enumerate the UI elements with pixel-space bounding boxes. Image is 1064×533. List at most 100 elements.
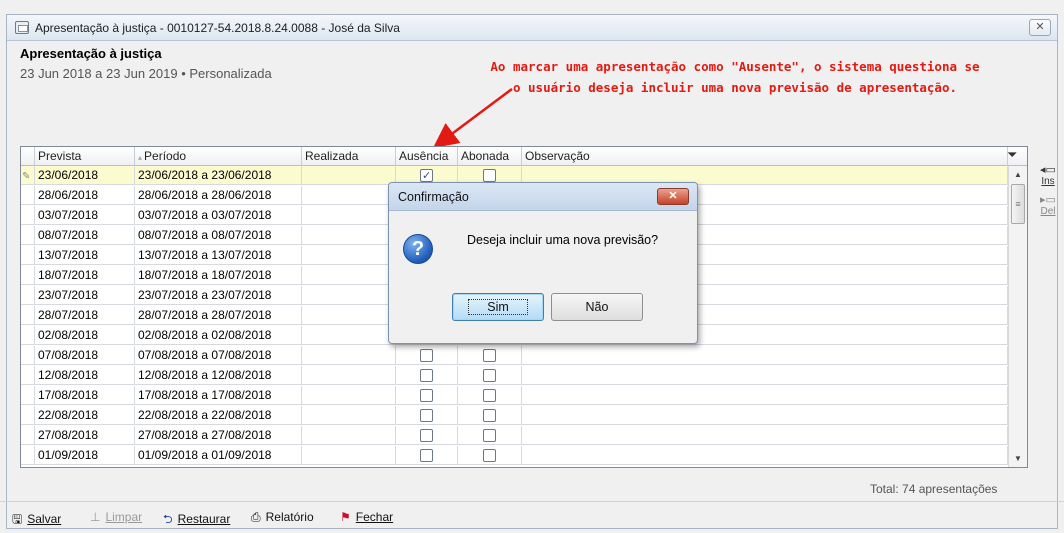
table-row[interactable]: 01/09/2018 01/09/2018 a 01/09/2018 xyxy=(21,446,1008,465)
cell-prevista[interactable]: 07/08/2018 xyxy=(35,346,135,365)
abonada-checkbox[interactable] xyxy=(483,449,496,462)
cell-periodo[interactable]: 27/08/2018 a 27/08/2018 xyxy=(135,426,302,445)
cell-realizada[interactable] xyxy=(302,266,396,285)
cell-periodo[interactable]: 08/07/2018 a 08/07/2018 xyxy=(135,226,302,245)
cell-abonada xyxy=(458,386,522,405)
cell-periodo[interactable]: 22/08/2018 a 22/08/2018 xyxy=(135,406,302,425)
col-header-realizada[interactable]: Realizada xyxy=(302,147,396,166)
col-header-observacao[interactable]: Observação xyxy=(522,147,1008,166)
ausencia-checkbox[interactable] xyxy=(420,369,433,382)
scroll-thumb[interactable]: ≡ xyxy=(1011,184,1025,224)
table-row[interactable]: 22/08/2018 22/08/2018 a 22/08/2018 xyxy=(21,406,1008,425)
ausencia-checkbox[interactable] xyxy=(420,349,433,362)
cell-observacao[interactable] xyxy=(522,426,1008,445)
abonada-checkbox[interactable] xyxy=(483,369,496,382)
col-header-prevista[interactable]: Prevista xyxy=(35,147,135,166)
bottom-toolbar: 🖫 Salvar ⊥ Limpar ⮌ Restaurar ⎙ Relatório ⚑ F… xyxy=(0,501,1064,526)
ausencia-checkbox[interactable] xyxy=(420,409,433,422)
cell-realizada[interactable] xyxy=(302,446,396,465)
cell-periodo[interactable]: 18/07/2018 a 18/07/2018 xyxy=(135,266,302,285)
cell-prevista[interactable]: 23/06/2018 xyxy=(35,166,135,185)
ausencia-checkbox[interactable] xyxy=(420,167,433,185)
cell-realizada[interactable] xyxy=(302,246,396,265)
window-close-button[interactable]: ✕ xyxy=(1029,19,1051,36)
cell-prevista[interactable]: 27/08/2018 xyxy=(35,426,135,445)
cell-observacao[interactable] xyxy=(522,406,1008,425)
cell-realizada[interactable] xyxy=(302,166,396,185)
cell-realizada[interactable] xyxy=(302,346,396,365)
table-row[interactable]: 12/08/2018 12/08/2018 a 12/08/2018 xyxy=(21,366,1008,385)
cell-observacao[interactable] xyxy=(522,346,1008,365)
clear-button[interactable]: ⊥ Limpar xyxy=(90,510,142,524)
cell-observacao[interactable] xyxy=(522,366,1008,385)
insert-row-button[interactable]: ◂▭ Ins xyxy=(1036,164,1060,187)
row-indicator xyxy=(21,286,35,305)
delete-row-button[interactable]: ▸▭ Del xyxy=(1036,194,1060,217)
cell-prevista[interactable]: 28/06/2018 xyxy=(35,186,135,205)
abonada-checkbox[interactable] xyxy=(483,169,496,182)
abonada-checkbox[interactable] xyxy=(483,409,496,422)
cell-prevista[interactable]: 03/07/2018 xyxy=(35,206,135,225)
cell-realizada[interactable] xyxy=(302,406,396,425)
cell-periodo[interactable]: 28/06/2018 a 28/06/2018 xyxy=(135,186,302,205)
cell-prevista[interactable]: 28/07/2018 xyxy=(35,306,135,325)
cell-realizada[interactable] xyxy=(302,186,396,205)
row-indicator: ✎ xyxy=(21,166,35,185)
cell-periodo[interactable]: 23/07/2018 a 23/07/2018 xyxy=(135,286,302,305)
cell-realizada[interactable] xyxy=(302,366,396,385)
cell-prevista[interactable]: 08/07/2018 xyxy=(35,226,135,245)
table-row[interactable]: 07/08/2018 07/08/2018 a 07/08/2018 xyxy=(21,346,1008,365)
col-header-periodo[interactable]: ▴ Período xyxy=(135,147,302,166)
cell-realizada[interactable] xyxy=(302,206,396,225)
col-header-ausencia[interactable]: Ausência xyxy=(396,147,458,166)
no-button[interactable]: Não xyxy=(551,293,643,321)
close-button[interactable]: ⚑ Fechar xyxy=(340,510,393,524)
cell-periodo[interactable]: 13/07/2018 a 13/07/2018 xyxy=(135,246,302,265)
cell-realizada[interactable] xyxy=(302,426,396,445)
scroll-up-icon[interactable]: ▲ xyxy=(1009,166,1027,183)
row-indicator xyxy=(21,446,35,465)
cell-periodo[interactable]: 23/06/2018 a 23/06/2018 xyxy=(135,166,302,185)
row-indicator xyxy=(21,326,35,345)
ausencia-checkbox[interactable] xyxy=(420,429,433,442)
abonada-checkbox[interactable] xyxy=(483,429,496,442)
cell-prevista[interactable]: 22/08/2018 xyxy=(35,406,135,425)
dialog-close-button[interactable]: ✕ xyxy=(657,188,689,205)
yes-button[interactable]: Sim xyxy=(452,293,544,321)
cell-prevista[interactable]: 01/09/2018 xyxy=(35,446,135,465)
cell-prevista[interactable]: 17/08/2018 xyxy=(35,386,135,405)
cell-periodo[interactable]: 01/09/2018 a 01/09/2018 xyxy=(135,446,302,465)
ausencia-checkbox[interactable] xyxy=(420,449,433,462)
cell-periodo[interactable]: 03/07/2018 a 03/07/2018 xyxy=(135,206,302,225)
cell-realizada[interactable] xyxy=(302,286,396,305)
cell-prevista[interactable]: 02/08/2018 xyxy=(35,326,135,345)
cell-periodo[interactable]: 28/07/2018 a 28/07/2018 xyxy=(135,306,302,325)
cell-realizada[interactable] xyxy=(302,386,396,405)
cell-observacao[interactable] xyxy=(522,386,1008,405)
cell-periodo[interactable]: 02/08/2018 a 02/08/2018 xyxy=(135,326,302,345)
save-button[interactable]: 🖫 Salvar xyxy=(12,510,61,531)
scroll-down-icon[interactable]: ▼ xyxy=(1009,450,1027,467)
ausencia-checkbox[interactable] xyxy=(420,389,433,402)
cell-prevista[interactable]: 23/07/2018 xyxy=(35,286,135,305)
table-row[interactable]: 17/08/2018 17/08/2018 a 17/08/2018 xyxy=(21,386,1008,405)
cell-periodo[interactable]: 12/08/2018 a 12/08/2018 xyxy=(135,366,302,385)
cell-prevista[interactable]: 18/07/2018 xyxy=(35,266,135,285)
col-header-abonada[interactable]: Abonada xyxy=(458,147,522,166)
cell-realizada[interactable] xyxy=(302,326,396,345)
cell-periodo[interactable]: 07/08/2018 a 07/08/2018 xyxy=(135,346,302,365)
cell-ausencia xyxy=(396,446,458,465)
restore-button[interactable]: ⮌ Restaurar xyxy=(163,510,230,531)
cell-realizada[interactable] xyxy=(302,226,396,245)
cell-prevista[interactable]: 12/08/2018 xyxy=(35,366,135,385)
grid-vertical-scrollbar[interactable]: ▲ ≡ ▼ xyxy=(1008,166,1027,467)
cell-prevista[interactable]: 13/07/2018 xyxy=(35,246,135,265)
cell-periodo[interactable]: 17/08/2018 a 17/08/2018 xyxy=(135,386,302,405)
cell-realizada[interactable] xyxy=(302,306,396,325)
filter-icon[interactable]: ⏷ xyxy=(1007,148,1019,162)
cell-observacao[interactable] xyxy=(522,446,1008,465)
table-row[interactable]: 27/08/2018 27/08/2018 a 27/08/2018 xyxy=(21,426,1008,445)
abonada-checkbox[interactable] xyxy=(483,349,496,362)
report-button[interactable]: ⎙ Relatório xyxy=(251,510,314,525)
abonada-checkbox[interactable] xyxy=(483,389,496,402)
